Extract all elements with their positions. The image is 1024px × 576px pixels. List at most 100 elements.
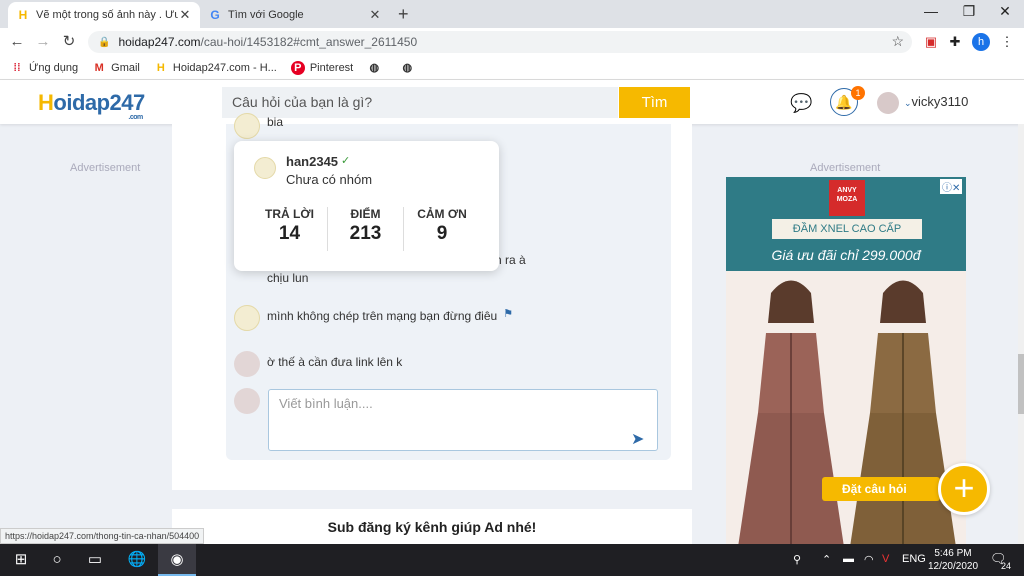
search-button[interactable]: Tìm — [619, 87, 690, 118]
bookmark-label: Gmail — [111, 61, 140, 74]
puzzle-icon[interactable]: ✚ — [946, 33, 964, 51]
clock-date: 12/20/2020 — [927, 561, 979, 572]
bookmark-hoidap[interactable]: H Hoidap247.com - H... — [154, 61, 277, 75]
popup-username[interactable]: han2345 — [286, 154, 338, 169]
google-favicon-icon: G — [210, 8, 220, 22]
chevron-down-icon: ⌄ — [904, 98, 912, 108]
ad-close-icon[interactable]: ⓘ✕ — [940, 179, 963, 194]
ask-question-button[interactable]: Đặt câu hỏi — [822, 477, 940, 501]
stat-label: CẢM ƠN — [417, 207, 467, 221]
comment-text: chịu lun — [267, 271, 309, 285]
stat-value: 14 — [278, 223, 301, 244]
chat-icon[interactable]: 💬 — [790, 93, 812, 114]
bookmark-apps[interactable]: ⁞⁞ Ứng dụng — [10, 61, 78, 75]
ad-price: Giá ưu đãi chỉ 299.000đ — [771, 247, 921, 263]
search-circle-icon[interactable]: ○ — [38, 544, 76, 576]
clock-time: 5:46 PM — [934, 548, 972, 559]
commenter-avatar[interactable] — [234, 305, 260, 331]
stat-points: ĐIỂM 213 — [328, 207, 404, 251]
tab-google[interactable]: G Tìm với Google ✕ — [200, 2, 390, 28]
site-header: Hoidap247 .com Câu hỏi của bạn là gì? Tì… — [0, 80, 1024, 124]
bookmark-gmail[interactable]: M Gmail — [92, 61, 140, 75]
reply-avatar-row — [234, 388, 267, 414]
wifi-icon[interactable]: ◠ — [864, 553, 874, 566]
lock-icon: 🔒 — [98, 36, 111, 48]
current-user-avatar — [234, 388, 260, 414]
app-icon[interactable]: 🌐 — [118, 544, 156, 576]
popup-avatar[interactable] — [254, 157, 276, 179]
language-indicator[interactable]: ENG — [902, 553, 926, 565]
comment-fragment: n ra à — [495, 253, 526, 267]
tab-title: Vẽ một trong số ảnh này . Ưu tiê — [36, 9, 178, 21]
task-view-icon[interactable]: ▭ — [76, 544, 114, 576]
status-url: https://hoidap247.com/thong-tin-ca-nhan/… — [0, 528, 205, 544]
address-bar[interactable]: 🔒 hoidap247.com/cau-hoi/1453182#cmt_answ… — [88, 31, 912, 53]
username: vicky3110 — [911, 94, 969, 109]
comment-item: bia — [234, 113, 283, 139]
minimize-icon[interactable]: — — [916, 3, 946, 19]
scrollbar[interactable] — [1018, 124, 1024, 544]
bookmark-star-icon[interactable]: ☆ — [891, 33, 904, 50]
pinterest-icon: P — [290, 60, 305, 75]
comment-text: mình không chép trên mạng bạn đừng điêu — [267, 309, 498, 323]
globe-icon: ◍ — [369, 61, 380, 74]
people-icon[interactable]: ⚲ — [793, 553, 801, 566]
forward-icon[interactable]: → — [32, 32, 54, 52]
notification-count: 24 — [1001, 561, 1012, 571]
taskbar: ⊞ ○ ▭ 🌐 ◉ ⚲ ⌃ ▬ ◠ V ENG 5:46 PM 12/20/20… — [0, 544, 1024, 576]
bookmark-label: Pinterest — [309, 61, 354, 74]
stat-answers: TRẢ LỜI 14 — [252, 207, 328, 251]
stat-thanks: CẢM ƠN 9 — [404, 207, 480, 245]
reload-icon[interactable]: ↻ — [58, 32, 80, 52]
comment-text: n ra à — [495, 253, 526, 267]
verified-icon: ✓ — [341, 155, 351, 167]
clock[interactable]: 5:46 PM 12/20/2020 — [927, 547, 979, 573]
report-flag-icon[interactable]: ⚑ — [503, 307, 513, 320]
profile-avatar[interactable]: h — [972, 33, 990, 51]
avatar[interactable] — [877, 92, 899, 114]
chevron-up-icon[interactable]: ⌃ — [822, 553, 831, 566]
antivirus-icon[interactable]: V — [882, 553, 889, 565]
menu-icon[interactable]: ⋮ — [998, 33, 1016, 51]
new-tab-icon[interactable]: + — [398, 4, 409, 25]
scrollbar-thumb[interactable] — [1018, 354, 1024, 414]
close-icon[interactable]: ✕ — [368, 7, 382, 23]
comment-item: mình không chép trên mạng bạn đừng điêu … — [234, 305, 513, 331]
windows-start-icon[interactable]: ⊞ — [2, 544, 40, 576]
notification-badge: 1 — [851, 86, 865, 100]
ad-label-left: Advertisement — [70, 162, 141, 174]
window-close-icon[interactable]: ✕ — [990, 3, 1020, 20]
stat-value: 9 — [436, 223, 448, 244]
close-icon[interactable]: ✕ — [178, 7, 192, 23]
stat-label: ĐIỂM — [350, 207, 381, 221]
bookmark-globe-1[interactable]: ◍ — [367, 61, 386, 75]
commenter-avatar[interactable] — [234, 351, 260, 377]
bookmark-globe-2[interactable]: ◍ — [400, 61, 419, 75]
plus-icon[interactable]: + — [938, 463, 990, 515]
comment-item: ờ thế à cần đưa link lên k — [234, 351, 402, 377]
ad-brand-logo: ANVY MOZA — [829, 180, 865, 216]
battery-icon[interactable]: ▬ — [843, 553, 854, 565]
logo-h: H — [38, 90, 54, 115]
bookmark-pinterest[interactable]: P Pinterest — [290, 60, 354, 75]
restore-icon[interactable]: ❐ — [954, 3, 984, 20]
chrome-icon[interactable]: ◉ — [158, 544, 196, 576]
logo-text: oidap247 — [53, 90, 145, 115]
gmail-icon: M — [94, 61, 104, 74]
comment-input[interactable]: Viết bình luận.... — [268, 389, 658, 451]
url-host: hoidap247.com — [118, 35, 201, 49]
comment-text: bia — [267, 115, 284, 129]
stat-label: TRẢ LỜI — [265, 207, 314, 221]
back-icon[interactable]: ← — [6, 32, 28, 52]
comment-text: ờ thế à cần đưa link lên k — [267, 355, 403, 369]
stat-value: 213 — [349, 223, 382, 244]
extension-icon[interactable]: ▣ — [922, 33, 940, 51]
commenter-avatar[interactable] — [234, 113, 260, 139]
sub-card: Sub đăng ký kênh giúp Ad nhé! — [172, 509, 692, 549]
send-icon[interactable]: ➤ — [631, 429, 644, 449]
tab-hoidap[interactable]: H Vẽ một trong số ảnh này . Ưu tiê ✕ — [8, 2, 200, 28]
user-menu[interactable]: ⌄vicky3110 — [904, 94, 968, 109]
site-logo[interactable]: Hoidap247 .com — [38, 90, 145, 121]
hoidap-icon: H — [156, 61, 165, 74]
profile-popup: han2345 ✓ Chưa có nhóm TRẢ LỜI 14 ĐIỂM 2… — [234, 141, 499, 271]
